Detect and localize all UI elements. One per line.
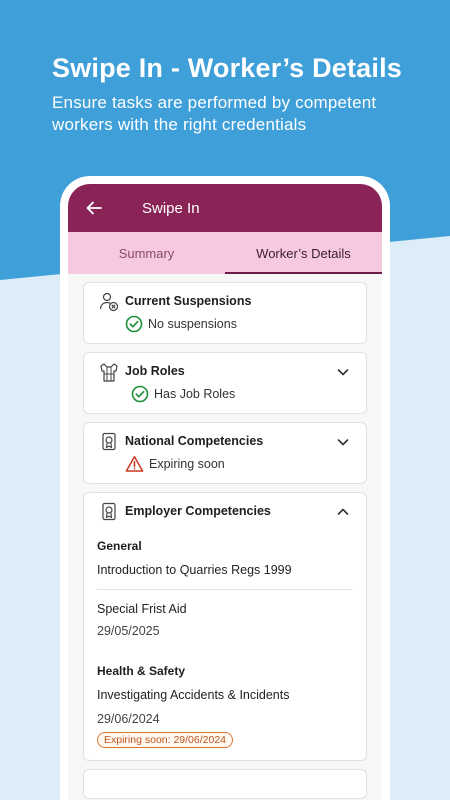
card-employer-competencies[interactable]: Employer Competencies General Introducti… bbox=[83, 492, 367, 761]
promo-subtitle: Ensure tasks are performed by competent … bbox=[52, 93, 377, 134]
competency-name: Introduction to Quarries Regs 1999 bbox=[97, 563, 292, 577]
status-row: Has Job Roles bbox=[131, 385, 352, 403]
card-title: National Competencies bbox=[125, 434, 264, 448]
promo-title: Swipe In - Worker’s Details bbox=[52, 53, 403, 83]
status-text: Has Job Roles bbox=[154, 387, 236, 401]
phone-frame: Swipe In Summary Worker’s Details Curren… bbox=[60, 176, 390, 800]
check-circle-icon bbox=[131, 385, 149, 403]
competency-name: Investigating Accidents & Incidents bbox=[97, 688, 290, 702]
status-row: Expiring soon bbox=[125, 455, 352, 473]
chevron-down-icon[interactable] bbox=[336, 435, 350, 449]
app-bar: Swipe In bbox=[68, 184, 382, 232]
app-bar-title: Swipe In bbox=[142, 199, 200, 217]
card-current-suspensions: Current Suspensions No suspensions bbox=[83, 282, 367, 344]
competency-group-health-safety: Health & Safety Investigating Accidents … bbox=[84, 650, 366, 760]
tab-workers-details[interactable]: Worker’s Details bbox=[225, 232, 382, 274]
group-label: Health & Safety bbox=[97, 664, 186, 678]
tab-summary[interactable]: Summary bbox=[68, 232, 225, 274]
details-list: Current Suspensions No suspensions Job R… bbox=[68, 274, 382, 799]
card-next-partial bbox=[83, 769, 367, 799]
suspension-icon bbox=[99, 292, 119, 312]
status-row: No suspensions bbox=[125, 315, 352, 333]
worker-vest-icon bbox=[100, 363, 118, 382]
certificate-icon bbox=[102, 502, 116, 521]
expiring-badge: Expiring soon: 29/06/2024 bbox=[97, 732, 234, 748]
check-circle-icon bbox=[125, 315, 143, 333]
competency-date: 29/06/2024 bbox=[97, 712, 160, 726]
app-screen: Swipe In Summary Worker’s Details Curren… bbox=[68, 184, 382, 800]
chevron-up-icon[interactable] bbox=[336, 505, 350, 519]
list-item: Special Frist Aid 29/05/2025 bbox=[97, 590, 353, 650]
certificate-icon bbox=[102, 432, 116, 451]
chevron-down-icon[interactable] bbox=[336, 365, 350, 379]
competency-group-general: General Introduction to Quarries Regs 19… bbox=[84, 535, 366, 650]
status-text: No suspensions bbox=[148, 317, 237, 331]
competency-date: 29/05/2025 bbox=[97, 624, 160, 638]
tab-bar: Summary Worker’s Details bbox=[68, 232, 382, 274]
arrow-left-icon[interactable] bbox=[84, 198, 104, 218]
card-title: Job Roles bbox=[125, 364, 185, 378]
card-title: Employer Competencies bbox=[125, 504, 271, 518]
competency-name: Special Frist Aid bbox=[97, 602, 187, 616]
group-label: General bbox=[97, 539, 142, 553]
card-national-competencies[interactable]: National Competencies Expiring soon bbox=[83, 422, 367, 484]
promo-header: Swipe In - Worker’s Details Ensure tasks… bbox=[52, 52, 432, 136]
list-item: Introduction to Quarries Regs 1999 bbox=[97, 553, 353, 590]
status-text: Expiring soon bbox=[149, 457, 225, 471]
list-item: Investigating Accidents & Incidents 29/0… bbox=[97, 678, 353, 760]
card-job-roles[interactable]: Job Roles Has Job Roles bbox=[83, 352, 367, 414]
warning-icon bbox=[125, 456, 144, 472]
card-title: Current Suspensions bbox=[125, 294, 252, 308]
